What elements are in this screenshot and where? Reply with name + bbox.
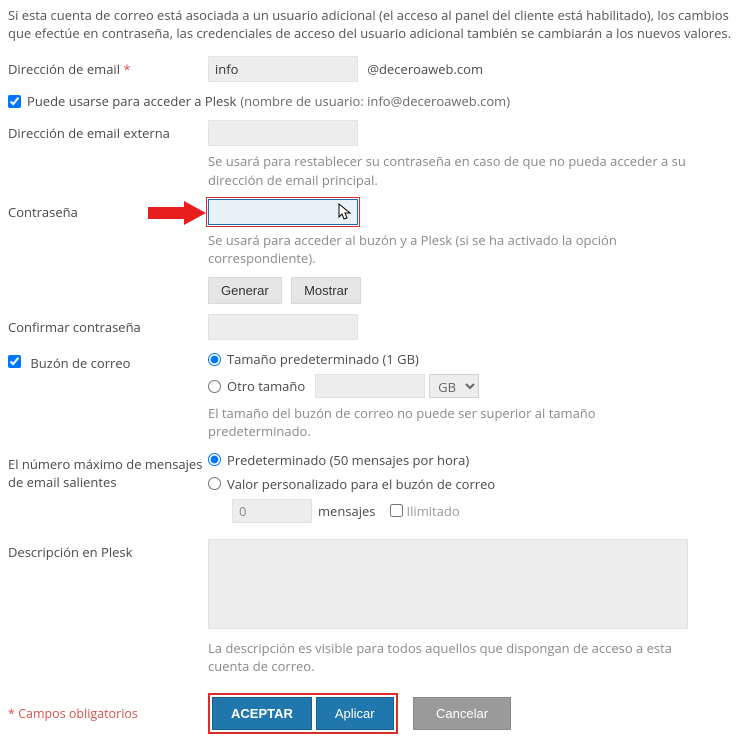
outgoing-value-input[interactable]	[232, 499, 312, 523]
mailbox-size-custom-label: Otro tamaño	[227, 377, 305, 395]
outgoing-custom-radio[interactable]	[208, 477, 221, 490]
mailbox-label: Buzón de correo	[30, 354, 130, 372]
outgoing-unlimited-label: Ilimitado	[407, 502, 460, 520]
generate-password-button[interactable]: Generar	[208, 277, 282, 304]
mailbox-size-custom-radio[interactable]	[208, 380, 221, 393]
email-label: Dirección de email *	[8, 56, 208, 78]
intro-text: Si esta cuenta de correo está asociada a…	[8, 6, 732, 42]
confirm-password-label: Confirmar contraseña	[8, 314, 208, 336]
email-local-input[interactable]	[208, 56, 358, 82]
plesk-access-label: Puede usarse para acceder a Plesk	[27, 92, 236, 110]
plesk-access-checkbox[interactable]	[8, 95, 21, 108]
password-hint: Se usará para acceder al buzón y a Plesk…	[208, 231, 688, 267]
outgoing-default-radio[interactable]	[208, 453, 221, 466]
cancel-button[interactable]: Cancelar	[413, 697, 511, 730]
description-textarea[interactable]	[208, 539, 688, 629]
outgoing-custom-label: Valor personalizado para el buzón de cor…	[227, 475, 495, 493]
outgoing-default-label: Predeterminado (50 mensajes por hora)	[227, 451, 469, 469]
outgoing-unit-label: mensajes	[318, 502, 376, 520]
accept-button[interactable]: ACEPTAR	[212, 697, 312, 730]
primary-button-group: ACEPTAR Aplicar	[208, 693, 398, 734]
external-email-input[interactable]	[208, 120, 358, 146]
email-domain-text: @deceroaweb.com	[367, 60, 483, 78]
confirm-password-input[interactable]	[208, 314, 358, 340]
mailbox-size-default-radio[interactable]	[208, 353, 221, 366]
required-fields-note: * Campos obligatorios	[8, 705, 208, 722]
description-label: Descripción en Plesk	[8, 539, 208, 561]
arrow-callout-icon	[148, 201, 206, 225]
outgoing-unlimited-checkbox[interactable]	[390, 504, 403, 517]
plesk-username-note: (nombre de usuario: info@deceroaweb.com)	[240, 92, 510, 110]
mailbox-size-unit-select[interactable]: GB	[429, 374, 479, 398]
mailbox-size-hint: El tamaño del buzón de correo no puede s…	[208, 404, 688, 440]
external-email-hint: Se usará para restablecer su contraseña …	[208, 152, 688, 188]
show-password-button[interactable]: Mostrar	[291, 277, 361, 304]
apply-button[interactable]: Aplicar	[316, 697, 394, 730]
mailbox-size-input[interactable]	[315, 374, 425, 398]
mailbox-checkbox[interactable]	[8, 355, 21, 368]
outgoing-label: El número máximo de mensajes de email sa…	[8, 451, 208, 491]
mailbox-size-default-label: Tamaño predeterminado (1 GB)	[227, 350, 419, 368]
external-email-label: Dirección de email externa	[8, 120, 208, 142]
password-input[interactable]	[208, 199, 358, 225]
description-hint: La descripción es visible para todos aqu…	[208, 639, 688, 675]
